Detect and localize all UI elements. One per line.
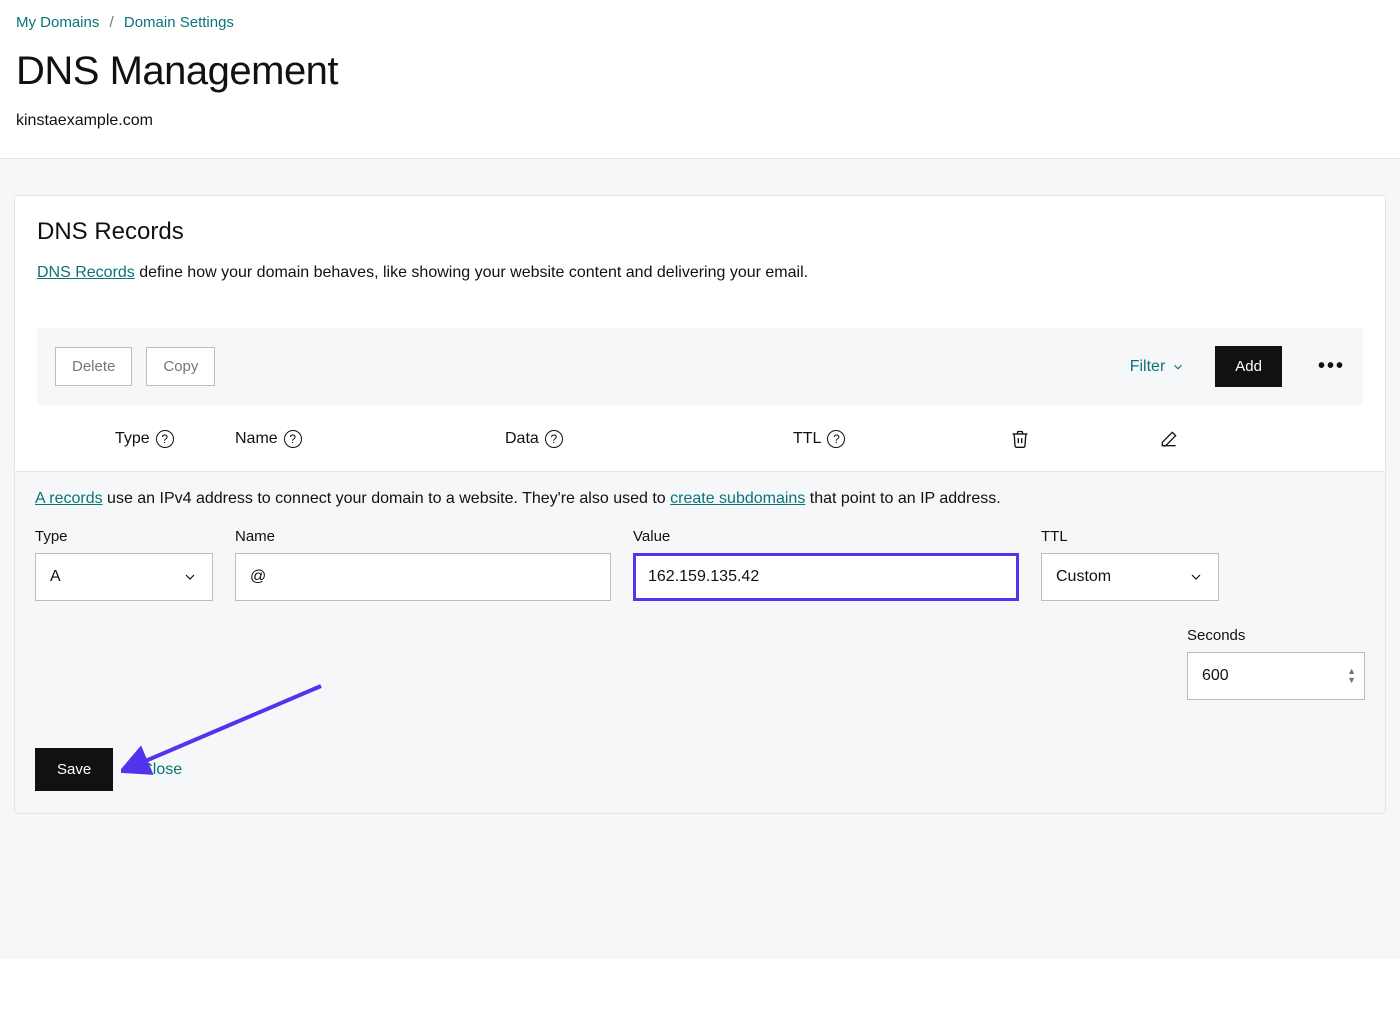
a-records-link[interactable]: A records [35,490,103,507]
name-input[interactable]: @ [235,553,611,601]
content-area: DNS Records DNS Records define how your … [0,159,1400,959]
header-delete-column [941,429,1099,449]
header-edit-column [1099,429,1239,449]
seconds-input[interactable]: 600 ▲▼ [1187,652,1365,700]
copy-button[interactable]: Copy [146,347,215,386]
header-ttl-label: TTL [793,430,821,448]
page-title: DNS Management [16,49,1384,94]
ttl-label: TTL [1041,528,1219,545]
close-link[interactable]: Close [141,761,182,779]
header-type: Type ? [115,430,235,448]
value-input-value: 162.159.135.42 [648,568,759,586]
breadcrumb-domain-settings[interactable]: Domain Settings [124,14,234,31]
page-header: My Domains / Domain Settings DNS Managem… [0,0,1400,159]
seconds-label: Seconds [1187,627,1365,644]
records-toolbar: Delete Copy Filter Add ••• [37,328,1363,405]
section-description-text: define how your domain behaves, like sho… [135,264,808,281]
section-title: DNS Records [37,218,1363,246]
number-stepper-icon[interactable]: ▲▼ [1347,667,1356,685]
create-subdomains-link[interactable]: create subdomains [670,490,805,507]
record-desc-mid: use an IPv4 address to connect your doma… [103,490,671,507]
type-label: Type [35,528,213,545]
header-data: Data ? [505,430,793,448]
breadcrumb-separator: / [110,14,114,31]
record-desc-tail: that point to an IP address. [805,490,1000,507]
table-headers: Type ? Name ? Data ? TTL ? [15,405,1385,471]
filter-dropdown[interactable]: Filter [1130,358,1186,376]
domain-name: kinstaexample.com [16,112,1384,130]
ttl-select[interactable]: Custom [1041,553,1219,601]
help-icon[interactable]: ? [827,430,845,448]
type-select[interactable]: A [35,553,213,601]
help-icon[interactable]: ? [156,430,174,448]
dns-records-help-link[interactable]: DNS Records [37,264,135,281]
save-button[interactable]: Save [35,748,113,791]
record-edit-panel: A records use an IPv4 address to connect… [15,471,1385,813]
breadcrumb-my-domains[interactable]: My Domains [16,14,99,31]
name-label: Name [235,528,611,545]
filter-label: Filter [1130,358,1166,376]
value-input[interactable]: 162.159.135.42 [633,553,1019,601]
more-menu-button[interactable]: ••• [1318,355,1345,378]
seconds-block: Seconds 600 ▲▼ [1187,627,1365,700]
type-select-value: A [50,568,61,586]
breadcrumb: My Domains / Domain Settings [16,14,1384,31]
form-actions: Save Close [35,748,1365,791]
help-icon[interactable]: ? [545,430,563,448]
header-name-label: Name [235,430,278,448]
chevron-down-icon [1171,360,1185,374]
chevron-down-icon [182,569,198,585]
header-type-label: Type [115,430,150,448]
header-data-label: Data [505,430,539,448]
trash-icon [1010,429,1030,449]
header-ttl: TTL ? [793,430,941,448]
ttl-select-value: Custom [1056,568,1111,586]
value-label: Value [633,528,1019,545]
record-type-description: A records use an IPv4 address to connect… [35,490,1365,508]
chevron-down-icon [1188,569,1204,585]
name-input-value: @ [250,568,266,586]
add-button[interactable]: Add [1215,346,1282,387]
section-description: DNS Records define how your domain behav… [37,264,1363,282]
help-icon[interactable]: ? [284,430,302,448]
edit-icon [1159,429,1179,449]
delete-button[interactable]: Delete [55,347,132,386]
dns-records-card: DNS Records DNS Records define how your … [14,195,1386,814]
seconds-input-value: 600 [1202,667,1229,685]
header-name: Name ? [235,430,505,448]
record-form: Type A Name @ Value [35,528,1365,601]
